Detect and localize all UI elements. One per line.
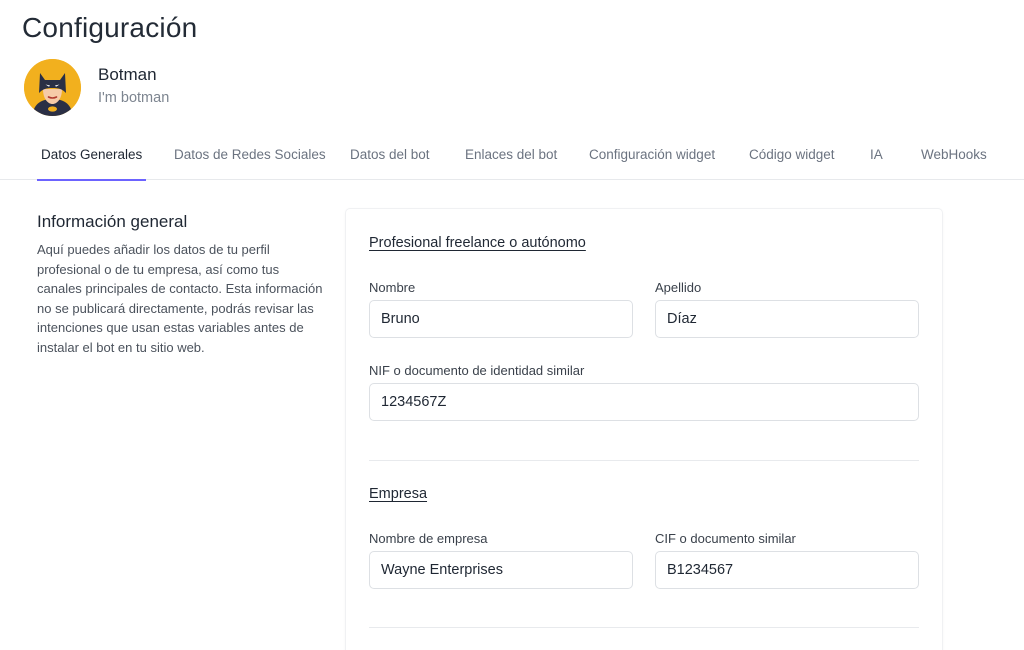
tab-webhooks[interactable]: WebHooks — [921, 133, 987, 180]
empresa-nombre-label: Nombre de empresa — [369, 531, 488, 546]
section-divider — [369, 627, 919, 628]
batman-avatar-icon — [24, 59, 81, 116]
apellido-input[interactable] — [655, 300, 919, 338]
section-title-empresa: Empresa — [369, 486, 428, 502]
apellido-label: Apellido — [655, 280, 702, 295]
cif-label: CIF o documento similar — [655, 531, 796, 546]
tab-configuracion-widget[interactable]: Configuración widget — [589, 133, 715, 180]
settings-form-card: Profesional freelance o autónomo Nombre … — [346, 209, 942, 650]
nif-input[interactable] — [369, 383, 919, 421]
profile-subtitle: I'm botman — [98, 89, 170, 106]
section-title-freelance: Profesional freelance o autónomo — [369, 235, 586, 251]
nif-label: NIF o documento de identidad similar — [369, 363, 585, 378]
nombre-label: Nombre — [369, 280, 416, 295]
tab-datos-generales[interactable]: Datos Generales — [36, 133, 147, 181]
tab-datos-del-bot[interactable]: Datos del bot — [350, 133, 430, 180]
cif-input[interactable] — [655, 551, 919, 589]
page-title: Configuración — [22, 12, 198, 43]
tab-enlaces-del-bot[interactable]: Enlaces del bot — [465, 133, 557, 180]
info-description: Aquí puedes añadir los datos de tu perfi… — [37, 242, 323, 355]
info-title: Información general — [37, 212, 188, 231]
nombre-input[interactable] — [369, 300, 633, 338]
profile-header: Botman I'm botman — [24, 59, 169, 116]
tab-datos-redes-sociales[interactable]: Datos de Redes Sociales — [174, 133, 326, 180]
section-divider — [369, 460, 919, 461]
profile-name: Botman — [98, 64, 157, 84]
empresa-nombre-input[interactable] — [369, 551, 633, 589]
tab-bar: Datos Generales Datos de Redes Sociales … — [0, 133, 1024, 181]
tab-ia[interactable]: IA — [870, 133, 883, 180]
tab-codigo-widget[interactable]: Código widget — [749, 133, 835, 180]
